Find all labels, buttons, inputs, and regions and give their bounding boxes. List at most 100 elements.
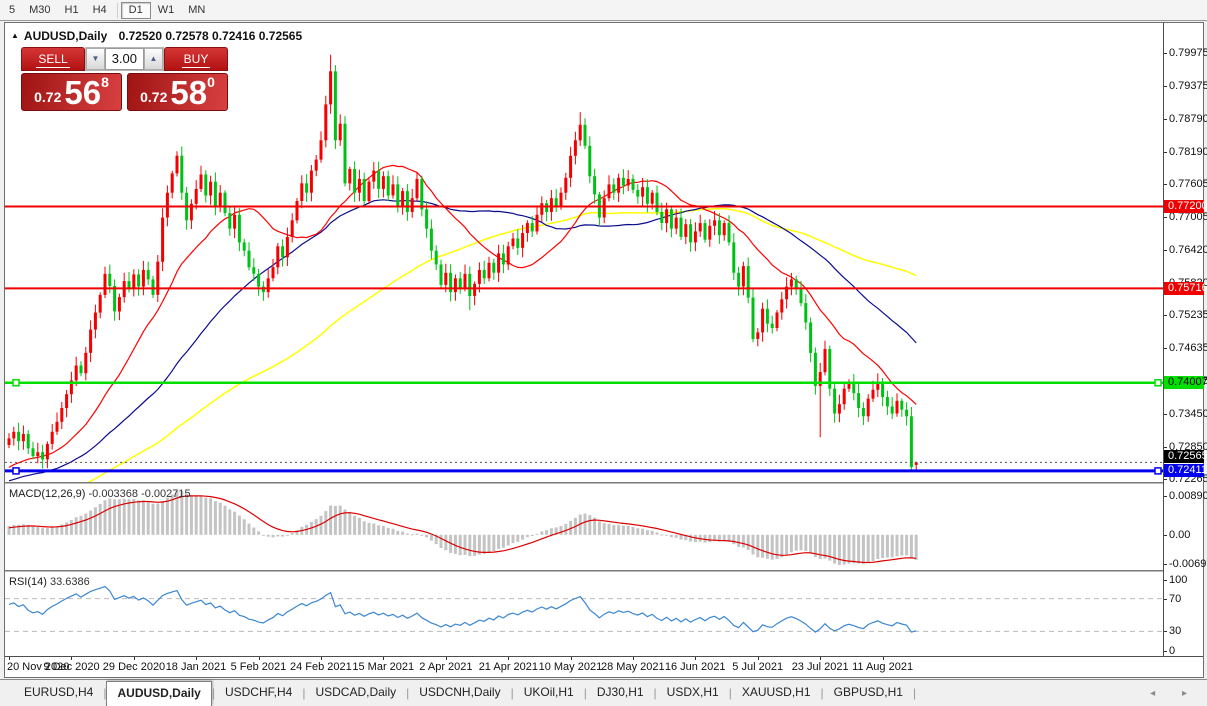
time-axis-tick (695, 657, 696, 660)
tab-xauusd-h1[interactable]: XAUUSD,H1 (732, 681, 821, 706)
chart-ohlc-values: 0.72520 0.72578 0.72416 0.72565 (119, 29, 303, 43)
timeframe-button-w1[interactable]: W1 (151, 2, 182, 19)
price-tick-label: 0.76420 (1169, 245, 1207, 256)
axis-tick (1164, 86, 1167, 87)
price-tick-label: 0.77005 (1169, 212, 1207, 223)
time-axis-label: 24 Feb 2021 (290, 661, 352, 673)
level-price-tag: 0.77200 (1164, 200, 1204, 213)
macd-axis-min: -0.00697 (1169, 559, 1207, 570)
toolbar-separator (117, 3, 118, 18)
axis-tick (1164, 580, 1167, 581)
chart-window: ▲ AUDUSD,Daily 0.72520 0.72578 0.72416 0.… (4, 22, 1204, 678)
time-axis-tick (134, 657, 135, 660)
price-axis: 0.799750.793750.787900.781900.776050.770… (1163, 23, 1203, 656)
time-axis-tick (758, 657, 759, 660)
timeframe-button-5[interactable]: 5 (2, 2, 22, 19)
tab-ukoil-h1[interactable]: UKOil,H1 (514, 681, 584, 706)
timeframe-button-h4[interactable]: H4 (86, 2, 114, 19)
price-tick-label: 0.75235 (1169, 310, 1207, 321)
tab-usdcnh-daily[interactable]: USDCNH,Daily (409, 681, 510, 706)
time-axis: 20 Nov 20209 Dec 202029 Dec 202018 Jan 2… (5, 656, 1203, 677)
time-axis-label: 5 Jul 2021 (732, 661, 783, 673)
sell-button[interactable]: SELL (21, 47, 85, 71)
price-tick-label: 0.73450 (1169, 409, 1207, 420)
level-price-tag: 0.72411 (1164, 464, 1204, 477)
time-axis-label: 5 Feb 2021 (231, 661, 287, 673)
tab-usdchf-h4[interactable]: USDCHF,H4 (215, 681, 302, 706)
tab-separator: | (913, 686, 916, 706)
panel-splitter[interactable] (5, 482, 1203, 484)
chart-symbol-label: AUDUSD,Daily (24, 29, 107, 43)
time-axis-tick (9, 657, 10, 660)
time-axis-label: 29 Dec 2020 (103, 661, 165, 673)
time-axis-label: 11 Aug 2021 (852, 661, 913, 673)
axis-tick (1164, 564, 1167, 565)
tab-audusd-daily[interactable]: AUDUSD,Daily (106, 681, 211, 706)
time-axis-tick (71, 657, 72, 660)
axis-tick (1164, 535, 1167, 536)
time-axis-tick (633, 657, 634, 660)
level-price-tag: 0.75716 (1164, 282, 1204, 295)
timeframe-toolbar: 5M30H1H4 D1W1MN (0, 0, 1207, 21)
time-axis-label: 28 May 2021 (601, 661, 665, 673)
volume-increase-button[interactable]: ▲ (144, 48, 163, 70)
tab-scroll-arrows[interactable]: ◂ ▸ (1150, 688, 1199, 699)
price-tick-label: 0.79975 (1169, 48, 1207, 59)
axis-tick (1164, 119, 1167, 120)
time-axis-tick (820, 657, 821, 660)
price-tick-label: 0.78790 (1169, 114, 1207, 125)
time-axis-tick (259, 657, 260, 660)
timeframe-button-d1[interactable]: D1 (121, 2, 151, 19)
axis-tick (1164, 479, 1167, 480)
price-tick-label: 0.74635 (1169, 343, 1207, 354)
level-price-tag: 0.74007 (1164, 376, 1204, 389)
volume-input[interactable]: 3.00 (105, 48, 144, 70)
price-tick-label: 0.78190 (1169, 147, 1207, 158)
current-price-tag: 0.72565 (1164, 450, 1204, 463)
tab-gbpusd-h1[interactable]: GBPUSD,H1 (824, 681, 913, 706)
buy-button[interactable]: BUY (164, 47, 228, 71)
panel-splitter[interactable] (5, 570, 1203, 572)
tab-eurusd-h4[interactable]: EURUSD,H4 (14, 681, 103, 706)
time-axis-label: 18 Jan 2021 (166, 661, 227, 673)
chart-tab-bar: EURUSD,H4|AUDUSD,Daily|USDCHF,H4|USDCAD,… (0, 679, 1207, 706)
tab-dj30-h1[interactable]: DJ30,H1 (587, 681, 654, 706)
rsi-chart (5, 574, 1163, 656)
axis-tick (1164, 184, 1167, 185)
time-axis-tick (196, 657, 197, 660)
buy-price-display[interactable]: 0.72 58 0 (127, 73, 228, 111)
rsi-axis-label: 100 (1169, 575, 1187, 586)
rsi-panel: RSI(14) 33.6386 (5, 574, 1163, 656)
time-axis-label: 21 Apr 2021 (479, 661, 538, 673)
time-axis-tick (883, 657, 884, 660)
axis-tick (1164, 496, 1167, 497)
tab-usdcad-daily[interactable]: USDCAD,Daily (305, 681, 406, 706)
sell-price-display[interactable]: 0.72 56 8 (21, 73, 122, 111)
axis-tick (1164, 53, 1167, 54)
axis-tick (1164, 348, 1167, 349)
one-click-trading-panel: SELL ▼ 3.00 ▲ BUY 0.72 56 8 0.72 (21, 47, 228, 111)
volume-decrease-button[interactable]: ▼ (86, 48, 105, 70)
trading-terminal: 5M30H1H4 D1W1MN ▲ AUDUSD,Daily 0.72520 0.7… (0, 0, 1207, 706)
macd-panel: MACD(12,26,9) -0.003368 -0.002715 (5, 486, 1163, 570)
time-axis-tick (571, 657, 572, 660)
timeframe-button-mn[interactable]: MN (181, 2, 212, 19)
tab-usdx-h1[interactable]: USDX,H1 (657, 681, 729, 706)
chart-collapse-icon[interactable]: ▲ (11, 31, 19, 40)
axis-tick (1164, 414, 1167, 415)
price-chart-panel[interactable]: ▲ AUDUSD,Daily 0.72520 0.72578 0.72416 0.… (5, 26, 1163, 482)
rsi-axis-label: 70 (1169, 594, 1181, 605)
timeframe-button-m30[interactable]: M30 (22, 2, 57, 19)
time-axis-tick (446, 657, 447, 660)
timeframe-button-h1[interactable]: H1 (58, 2, 86, 19)
chart-title: ▲ AUDUSD,Daily 0.72520 0.72578 0.72416 0.… (11, 29, 302, 43)
time-axis-label: 9 Dec 2020 (43, 661, 99, 673)
axis-tick (1164, 217, 1167, 218)
volume-stepper: ▼ 3.00 ▲ (85, 47, 164, 71)
axis-tick (1164, 599, 1167, 600)
time-axis-label: 16 Jun 2021 (665, 661, 726, 673)
time-axis-label: 15 Mar 2021 (352, 661, 414, 673)
time-axis-label: 2 Apr 2021 (419, 661, 472, 673)
price-tick-label: 0.77605 (1169, 179, 1207, 190)
time-axis-tick (508, 657, 509, 660)
